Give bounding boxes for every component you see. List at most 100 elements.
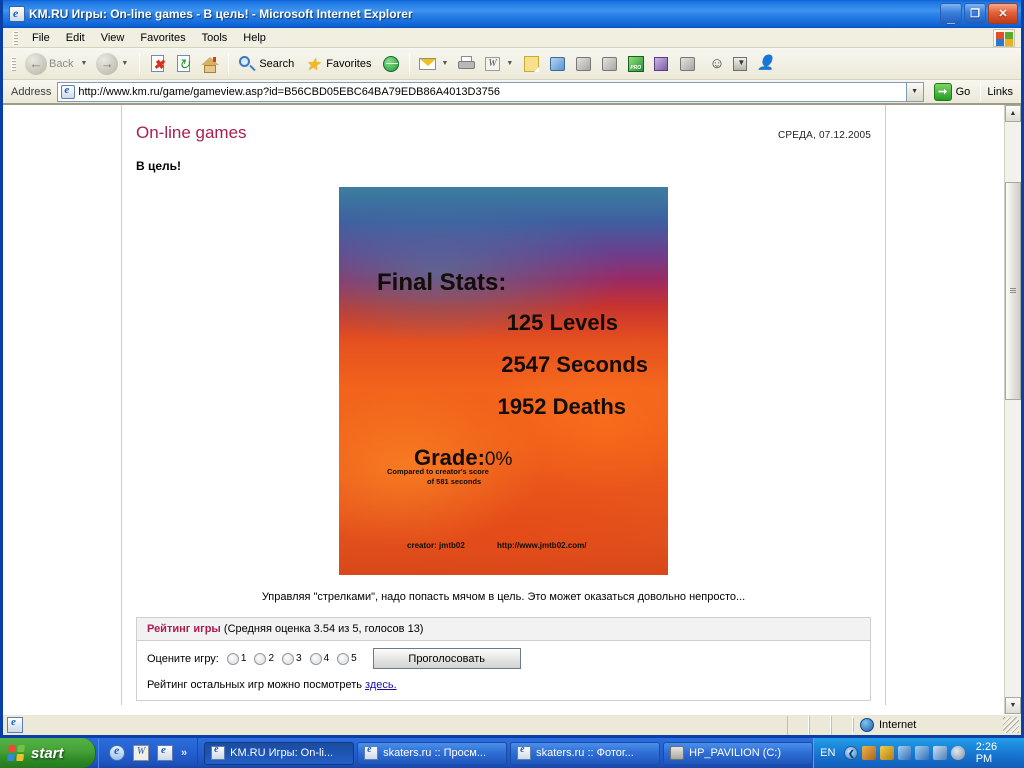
vote-button[interactable]: Проголосовать bbox=[372, 648, 521, 669]
menu-item-view[interactable]: View bbox=[93, 30, 133, 46]
messenger-button[interactable] bbox=[545, 51, 571, 77]
tray-icon-f[interactable] bbox=[950, 746, 965, 760]
person-button[interactable]: ☺ bbox=[701, 51, 727, 77]
edit-word-button[interactable]: ▼ bbox=[480, 51, 519, 77]
vertical-scrollbar[interactable]: ▲ ▼ bbox=[1004, 105, 1021, 714]
rating-option-2-label: 2 bbox=[268, 653, 274, 664]
tray-icon-d[interactable] bbox=[915, 746, 930, 760]
page-viewport: On-line games СРЕДА, 07.12.2005 В цель! … bbox=[3, 104, 1021, 714]
back-label: Back bbox=[49, 57, 74, 70]
title-bar: KM.RU Игры: On-line games - В цель! - Mi… bbox=[3, 0, 1021, 28]
history-button[interactable] bbox=[378, 51, 404, 77]
show-hidden-icons-icon[interactable]: ❮ bbox=[844, 746, 859, 760]
start-button[interactable]: start bbox=[0, 738, 96, 768]
back-button[interactable]: ← Back ▼ bbox=[22, 51, 93, 77]
game-stats-heading: Final Stats: bbox=[377, 269, 507, 296]
taskbar-item[interactable]: HP_PAVILION (C:) bbox=[663, 741, 814, 765]
game-grade-value: 0% bbox=[484, 449, 513, 470]
scrollbar-track[interactable] bbox=[1005, 122, 1021, 697]
rating-option-5-label: 5 bbox=[351, 653, 357, 664]
go-button[interactable]: ➞ Go bbox=[930, 82, 975, 101]
taskbar-item[interactable]: KM.RU Игры: On-li... bbox=[204, 741, 355, 765]
taskbar-item[interactable]: skaters.ru :: Фотог... bbox=[510, 741, 661, 765]
close-icon: ✕ bbox=[998, 8, 1008, 20]
browser-toolbar: ← Back ▼ → ▼ ✖ ↻ Search ★ Favorites ▼ W … bbox=[3, 48, 1021, 80]
radio-icon[interactable] bbox=[309, 652, 322, 665]
close-button[interactable]: ✕ bbox=[988, 3, 1018, 24]
browser-quicklaunch-icon[interactable] bbox=[157, 744, 173, 761]
radio-icon[interactable] bbox=[337, 652, 350, 665]
status-page-icon bbox=[7, 716, 23, 733]
download-button[interactable] bbox=[727, 51, 753, 77]
quicklaunch-expand-icon[interactable]: » bbox=[181, 747, 187, 759]
radio-icon[interactable] bbox=[282, 652, 294, 665]
word-quicklaunch-icon[interactable] bbox=[133, 745, 149, 761]
game-screenshot[interactable]: Final Stats: 125 Levels 2547 Seconds 195… bbox=[339, 187, 668, 575]
clock[interactable]: 2:26 PM bbox=[976, 741, 1016, 765]
tray-icon-a[interactable] bbox=[862, 746, 876, 760]
taskbar-item[interactable]: skaters.ru :: Просм... bbox=[357, 741, 508, 765]
menu-item-help[interactable]: Help bbox=[235, 30, 274, 46]
research-button[interactable] bbox=[571, 51, 597, 77]
address-input[interactable]: http://www.km.ru/game/gameview.asp?id=B5… bbox=[57, 81, 907, 102]
forward-dropdown-icon[interactable]: ▼ bbox=[121, 60, 128, 67]
rating-box: Рейтинг игры (Средняя оценка 3.54 из 5, … bbox=[136, 617, 871, 701]
scroll-up-button[interactable]: ▲ bbox=[1005, 105, 1021, 122]
rating-controls: Оцените игру: 1 2 3 4 5 Проголосовать bbox=[137, 641, 870, 673]
go-arrow-icon: ➞ bbox=[933, 82, 952, 101]
page-title: On-line games bbox=[136, 123, 247, 142]
toolbar-gripper[interactable] bbox=[11, 56, 16, 71]
back-dropdown-icon[interactable]: ▼ bbox=[80, 60, 87, 67]
favorites-button[interactable]: ★ Favorites bbox=[301, 51, 378, 77]
menu-item-file[interactable]: File bbox=[24, 30, 58, 46]
tray-icon-c[interactable] bbox=[897, 746, 912, 760]
other-ratings-link[interactable]: здесь. bbox=[365, 679, 397, 691]
copy-button[interactable] bbox=[675, 51, 701, 77]
menu-gripper[interactable] bbox=[13, 30, 18, 45]
rating-option-1[interactable]: 1 bbox=[226, 652, 246, 665]
person-icon: ☺ bbox=[709, 54, 725, 72]
scroll-down-button[interactable]: ▼ bbox=[1005, 697, 1021, 714]
language-indicator[interactable]: EN bbox=[820, 747, 835, 759]
tray-icon-b[interactable] bbox=[879, 746, 894, 760]
menu-item-favorites[interactable]: Favorites bbox=[132, 30, 193, 46]
note-button[interactable] bbox=[519, 51, 545, 77]
refresh-button[interactable]: ↻ bbox=[171, 51, 197, 77]
home-button[interactable] bbox=[197, 51, 223, 77]
mail-button[interactable]: ▼ bbox=[415, 51, 454, 77]
print-button[interactable] bbox=[454, 51, 480, 77]
restore-button[interactable]: ❐ bbox=[964, 3, 986, 24]
rating-option-5[interactable]: 5 bbox=[337, 652, 357, 665]
links-button[interactable]: Links bbox=[987, 86, 1013, 98]
scrollbar-thumb[interactable] bbox=[1005, 182, 1021, 400]
history-icon bbox=[381, 54, 401, 74]
tray-icon-e[interactable] bbox=[933, 746, 947, 760]
rating-option-4[interactable]: 4 bbox=[309, 652, 329, 665]
address-dropdown-button[interactable]: ▼ bbox=[906, 81, 924, 102]
rating-option-2[interactable]: 2 bbox=[254, 652, 274, 665]
links-separator bbox=[980, 82, 982, 101]
mail-dropdown-icon[interactable]: ▼ bbox=[441, 60, 448, 67]
windows-flag-icon bbox=[993, 29, 1015, 47]
radio-icon[interactable] bbox=[226, 652, 239, 665]
menu-item-edit[interactable]: Edit bbox=[58, 30, 93, 46]
pro-button[interactable] bbox=[623, 51, 649, 77]
ie-quicklaunch-icon[interactable] bbox=[109, 743, 125, 761]
minimize-button[interactable]: _ bbox=[940, 3, 962, 24]
menu-item-tools[interactable]: Tools bbox=[194, 30, 236, 46]
edit-dropdown-icon[interactable]: ▼ bbox=[506, 60, 513, 67]
encyclopedia-button[interactable] bbox=[649, 51, 675, 77]
stop-button[interactable]: ✖ bbox=[145, 51, 171, 77]
game-title: В цель! bbox=[136, 159, 182, 173]
dictionary-button[interactable] bbox=[597, 51, 623, 77]
forward-button[interactable]: → ▼ bbox=[93, 51, 134, 77]
ie-logo-icon bbox=[9, 6, 25, 22]
resize-grip[interactable] bbox=[1003, 717, 1019, 733]
forward-arrow-icon: → bbox=[96, 52, 119, 75]
toolbar-separator bbox=[228, 52, 230, 75]
radio-icon[interactable] bbox=[254, 652, 267, 665]
people-button[interactable] bbox=[753, 51, 779, 77]
security-zone[interactable]: Internet bbox=[853, 718, 1003, 732]
rating-option-3[interactable]: 3 bbox=[282, 652, 302, 665]
search-button[interactable]: Search bbox=[234, 51, 301, 77]
